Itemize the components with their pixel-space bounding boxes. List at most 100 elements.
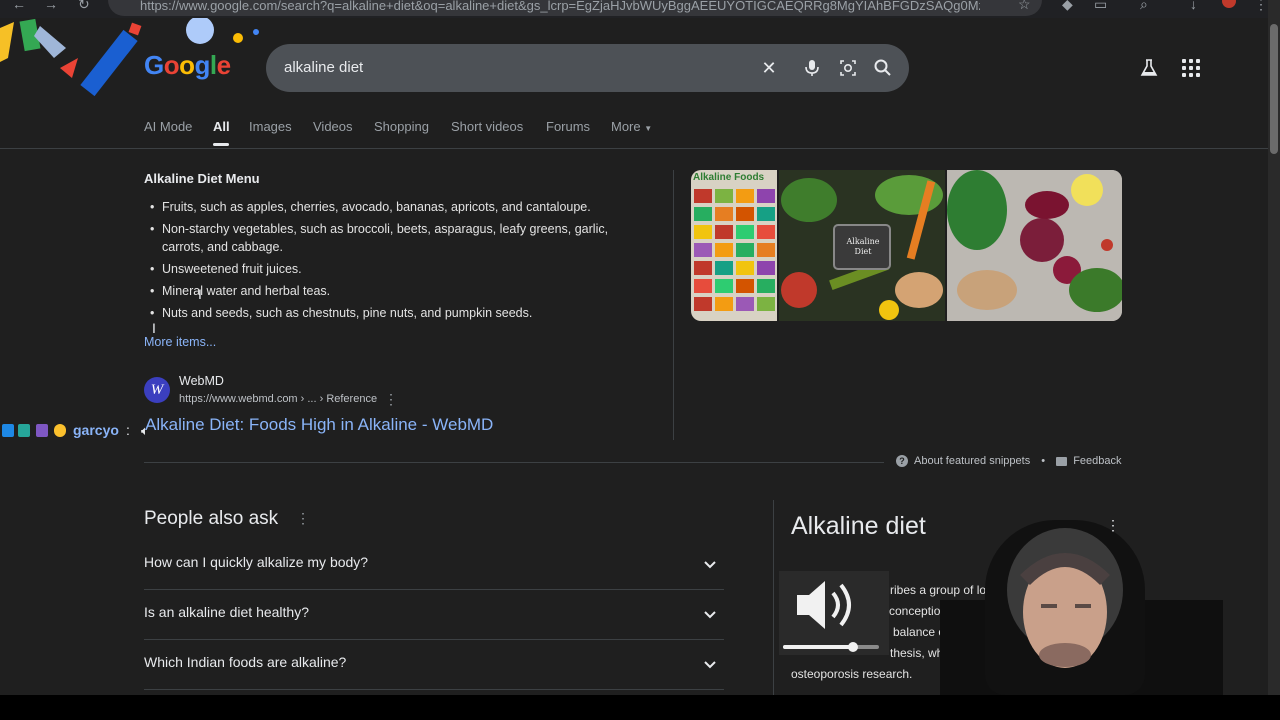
logo-letter: e <box>216 50 231 80</box>
tab-short-videos[interactable]: Short videos <box>451 119 523 134</box>
search-input[interactable]: alkaline diet <box>284 59 363 76</box>
snippet-item: Unsweetened fruit juices. <box>144 260 644 278</box>
badge-icon <box>54 424 66 437</box>
webmd-favicon[interactable]: W <box>144 377 170 403</box>
chevron-down-icon[interactable] <box>696 650 724 678</box>
paa-title: People also ask <box>144 508 279 529</box>
result-options-icon[interactable]: ⋮ <box>384 391 398 408</box>
search-icon[interactable] <box>871 56 895 80</box>
browser-page: ← → ↻ https://www.google.com/search?q=al… <box>0 0 1268 695</box>
source-name[interactable]: WebMD <box>179 374 224 388</box>
paa-question[interactable]: How can I quickly alkalize my body? <box>144 539 724 590</box>
paa-question-text: Which Indian foods are alkaline? <box>144 654 347 670</box>
tab-more[interactable]: More ▼ <box>611 119 652 134</box>
image2-caption: Alkaline Diet <box>846 237 880 256</box>
google-logo[interactable]: Google <box>144 50 231 81</box>
paa-question[interactable]: Which Indian foods are alkaline? <box>144 639 724 690</box>
kp-line: osteoporosis research. <box>791 667 913 681</box>
volume-speaker-icon <box>783 581 879 652</box>
search-labs-icon[interactable]: ⌕ <box>1140 0 1148 13</box>
text-cursor-icon: I <box>152 320 156 336</box>
snippet-item: Fruits, such as apples, cherries, avocad… <box>144 198 644 216</box>
google-apps-icon[interactable] <box>1182 59 1200 77</box>
scroll-thumb[interactable] <box>1270 24 1278 154</box>
caret-down-icon: ▼ <box>644 124 653 133</box>
reload-icon[interactable]: ↻ <box>78 0 90 13</box>
logo-letter: o <box>179 50 195 80</box>
section-divider <box>144 462 884 463</box>
tab-forums[interactable]: Forums <box>546 119 590 134</box>
result-title-link[interactable]: Alkaline Diet: Foods High in Alkaline - … <box>145 415 493 435</box>
profile-avatar[interactable] <box>1222 0 1236 8</box>
extension-icon[interactable]: ◆ <box>1062 0 1073 13</box>
tab-ai-mode[interactable]: AI Mode <box>144 119 192 134</box>
text-cursor-icon: I <box>198 286 202 302</box>
vegetables-chalkboard-image[interactable]: Alkaline Diet <box>779 170 945 321</box>
about-snippets-link[interactable]: ? About featured snippets <box>896 455 1031 468</box>
about-snippets-label: About featured snippets <box>914 455 1031 467</box>
chat-username: garcyo <box>73 422 119 438</box>
logo-letter: G <box>144 50 164 80</box>
volume-overlay <box>779 571 889 655</box>
downloads-icon[interactable]: ↓ <box>1190 0 1197 12</box>
chat-separator: : <box>126 422 130 438</box>
forward-icon[interactable]: → <box>44 0 58 12</box>
badge-icon <box>36 424 48 437</box>
webcam-feed <box>985 520 1145 695</box>
page-scrollbar[interactable] <box>1268 0 1280 695</box>
tab-icon[interactable]: ▭ <box>1094 0 1107 13</box>
chevron-down-icon[interactable] <box>696 550 724 578</box>
snippet-title: Alkaline Diet Menu <box>144 171 260 186</box>
knowledge-panel-options-icon[interactable]: ⋮ <box>1106 517 1120 534</box>
tab-all[interactable]: All <box>213 119 230 134</box>
snippet-divider <box>673 170 674 440</box>
logo-letter: g <box>194 50 211 80</box>
bottom-bar <box>0 695 1280 720</box>
image1-caption: Alkaline Foods <box>693 172 765 183</box>
alkaline-foods-chart-image[interactable]: Alkaline Foods <box>691 170 777 321</box>
badge-icon <box>18 424 30 437</box>
knowledge-panel-divider <box>773 500 774 695</box>
tab-shopping[interactable]: Shopping <box>374 119 429 134</box>
browser-toolbar: ← → ↻ https://www.google.com/search?q=al… <box>0 0 1268 18</box>
paa-question[interactable]: Is an alkaline diet healthy? <box>144 589 724 640</box>
chevron-down-icon[interactable] <box>696 600 724 628</box>
feedback-label: Feedback <box>1073 455 1122 467</box>
tab-images[interactable]: Images <box>249 119 292 134</box>
more-items-link[interactable]: More items... <box>144 335 216 349</box>
help-icon: ? <box>896 455 908 468</box>
clear-search-icon[interactable]: ✕ <box>757 56 781 80</box>
address-bar[interactable]: https://www.google.com/search?q=alkaline… <box>108 0 1042 16</box>
url-text: https://www.google.com/search?q=alkaline… <box>140 0 980 13</box>
snippet-images[interactable]: Alkaline Foods Alkaline Diet <box>691 170 1122 321</box>
microphone-icon[interactable] <box>800 56 824 80</box>
knowledge-panel-title: Alkaline diet <box>791 512 926 540</box>
labs-flask-icon[interactable] <box>1138 57 1160 79</box>
bookmark-star-icon[interactable]: ☆ <box>1018 0 1031 13</box>
lens-camera-icon[interactable] <box>836 56 860 80</box>
snippet-list: Fruits, such as apples, cherries, avocad… <box>144 198 644 326</box>
source-url[interactable]: https://www.webmd.com › ... › Reference <box>179 393 377 405</box>
kp-line: ribes a group of lo <box>890 583 987 597</box>
snippet-item: Mineral water and herbal teas. <box>144 282 644 300</box>
dot-separator: • <box>1041 455 1046 467</box>
food-grid-icon <box>694 189 775 311</box>
beets-greens-image[interactable] <box>947 170 1122 321</box>
beets-art-icon <box>947 170 1122 321</box>
back-icon[interactable]: ← <box>12 0 26 12</box>
tab-more-label: More <box>611 119 641 134</box>
active-tab-indicator <box>213 143 229 146</box>
snippet-item: Nuts and seeds, such as chestnuts, pine … <box>144 304 644 322</box>
browser-menu-icon[interactable]: ⋮ <box>1254 0 1268 13</box>
tabs-divider <box>0 148 1268 149</box>
snippet-item: Non-starchy vegetables, such as broccoli… <box>144 220 644 256</box>
paa-options-icon[interactable]: ⋮ <box>296 510 310 527</box>
feedback-link[interactable]: Feedback <box>1056 455 1122 467</box>
search-box[interactable]: alkaline diet ✕ <box>266 44 909 92</box>
person-avatar-icon <box>1007 528 1123 668</box>
tab-videos[interactable]: Videos <box>313 119 353 134</box>
logo-letter: o <box>163 50 180 80</box>
badge-icon <box>2 424 14 437</box>
snippet-footer: ? About featured snippets • Feedback <box>896 455 1122 468</box>
paa-question-text: Is an alkaline diet healthy? <box>144 604 309 620</box>
